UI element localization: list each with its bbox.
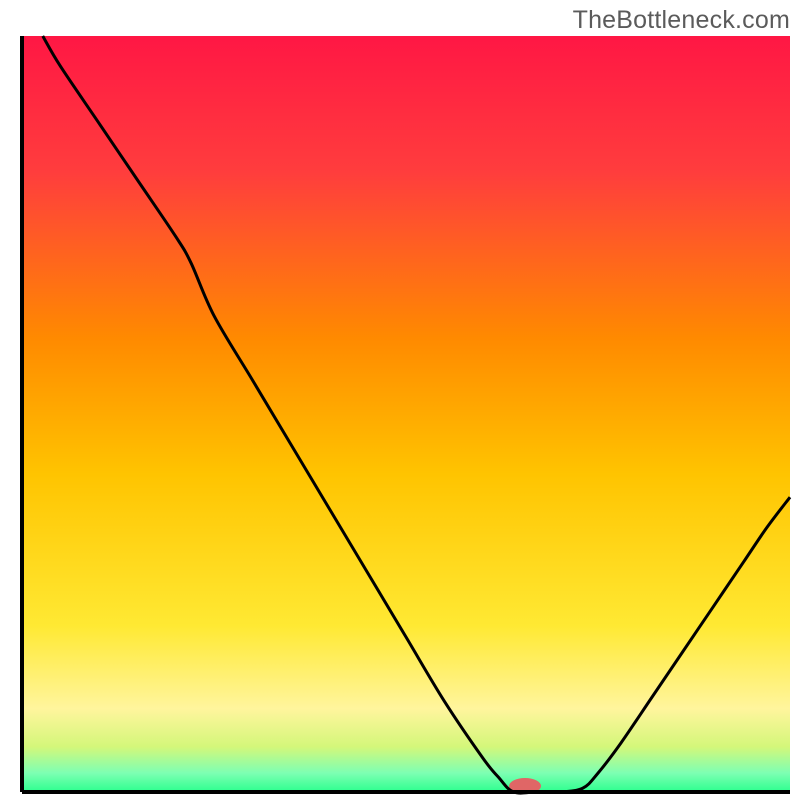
watermark-label: TheBottleneck.com — [573, 6, 790, 35]
gradient-background — [22, 36, 790, 792]
plot-area — [22, 36, 790, 794]
chart-svg — [0, 0, 800, 800]
chart-container: TheBottleneck.com — [0, 0, 800, 800]
